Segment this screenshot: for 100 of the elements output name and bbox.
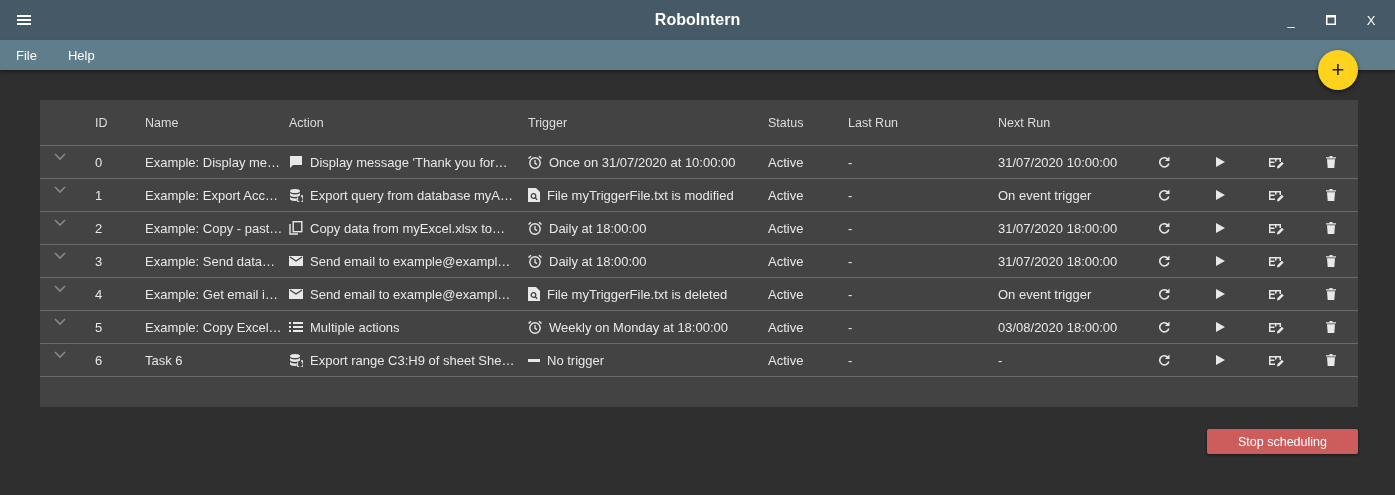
stop-scheduling-button[interactable]: Stop scheduling <box>1207 429 1358 454</box>
database-icon <box>289 188 303 202</box>
table-cell: On event trigger <box>998 187 1092 203</box>
table-cell: 5 <box>95 319 103 335</box>
copy-icon <box>289 221 303 235</box>
table-cell: Example: Copy - past… <box>145 220 283 236</box>
file-search-icon <box>528 287 540 301</box>
list-icon <box>289 321 303 333</box>
play-icon[interactable] <box>1215 289 1225 299</box>
play-icon[interactable] <box>1215 157 1225 167</box>
table-edit-icon[interactable] <box>1268 254 1284 268</box>
chevron-icon[interactable] <box>54 153 66 161</box>
table-edit-icon[interactable] <box>1268 221 1284 235</box>
table-cell: 03/08/2020 18:00:00 <box>998 319 1118 335</box>
refresh-icon[interactable] <box>1158 156 1170 168</box>
table-cell: 31/07/2020 18:00:00 <box>998 220 1118 236</box>
refresh-icon[interactable] <box>1158 255 1170 267</box>
table-cell: Display message 'Thank you for… <box>310 154 508 170</box>
table-cell: File myTriggerFile.txt is deleted <box>547 286 728 302</box>
delete-icon[interactable] <box>1326 156 1336 168</box>
table-cell: No trigger <box>547 352 605 368</box>
table-cell: Active <box>768 352 804 368</box>
chevron-icon[interactable] <box>54 285 66 293</box>
minimize-button[interactable]: _ <box>1271 5 1311 35</box>
table-cell: Active <box>768 286 804 302</box>
play-icon[interactable] <box>1215 190 1225 200</box>
table-cell: 2 <box>95 220 103 236</box>
alarm-clock-icon <box>528 221 542 235</box>
table-cell: Daily at 18:00:00 <box>549 220 647 236</box>
delete-icon[interactable] <box>1326 255 1336 267</box>
refresh-icon[interactable] <box>1158 222 1170 234</box>
table-edit-icon[interactable] <box>1268 287 1284 301</box>
column-header: ID <box>95 115 109 130</box>
column-header: Action <box>289 115 325 130</box>
envelope-icon <box>289 288 303 300</box>
delete-icon[interactable] <box>1326 288 1336 300</box>
table-cell: Example: Display me… <box>145 154 281 170</box>
close-button[interactable]: X <box>1351 5 1391 35</box>
envelope-icon <box>289 255 303 267</box>
table-cell: - <box>848 253 853 269</box>
file-search-icon <box>528 188 540 202</box>
table-cell: Once on 31/07/2020 at 10:00:00 <box>549 154 736 170</box>
refresh-icon[interactable] <box>1158 354 1170 366</box>
table-cell: Active <box>768 154 804 170</box>
table-cell: Active <box>768 220 804 236</box>
table-cell: Example: Copy Excel… <box>145 319 282 335</box>
table-cell: Active <box>768 187 804 203</box>
table-cell: Daily at 18:00:00 <box>549 253 647 269</box>
play-icon[interactable] <box>1215 355 1225 365</box>
table-cell: - <box>848 220 853 236</box>
refresh-icon[interactable] <box>1158 321 1170 333</box>
table-cell: Export query from database myA… <box>310 187 514 203</box>
play-icon[interactable] <box>1215 223 1225 233</box>
table-cell: 4 <box>95 286 103 302</box>
chevron-icon[interactable] <box>54 186 66 194</box>
play-icon[interactable] <box>1215 322 1225 332</box>
table-cell: Active <box>768 319 804 335</box>
chevron-icon[interactable] <box>54 252 66 260</box>
dash-icon <box>528 358 540 362</box>
play-icon[interactable] <box>1215 256 1225 266</box>
add-button[interactable]: + <box>1318 50 1358 90</box>
chevron-icon[interactable] <box>54 351 66 359</box>
column-header: Trigger <box>528 115 569 130</box>
column-header: Name <box>145 115 180 130</box>
delete-icon[interactable] <box>1326 354 1336 366</box>
delete-icon[interactable] <box>1326 222 1336 234</box>
delete-icon[interactable] <box>1326 321 1336 333</box>
table-edit-icon[interactable] <box>1268 353 1284 367</box>
column-header: Status <box>768 115 805 130</box>
refresh-icon[interactable] <box>1158 189 1170 201</box>
table-cell: Export range C3:H9 of sheet She… <box>310 352 515 368</box>
menu-item[interactable]: Help <box>67 47 95 63</box>
table-cell: 1 <box>95 187 103 203</box>
refresh-icon[interactable] <box>1158 288 1170 300</box>
chevron-icon[interactable] <box>54 219 66 227</box>
chevron-icon[interactable] <box>54 318 66 326</box>
table-cell: 31/07/2020 18:00:00 <box>998 253 1118 269</box>
table-edit-icon[interactable] <box>1268 320 1284 334</box>
table-cell: Weekly on Monday at 18:00:00 <box>549 319 728 335</box>
table-edit-icon[interactable] <box>1268 188 1284 202</box>
delete-icon[interactable] <box>1326 189 1336 201</box>
table-cell: - <box>848 352 853 368</box>
table-cell: Example: Export Acc… <box>145 187 278 203</box>
table-cell: File myTriggerFile.txt is modified <box>547 187 734 203</box>
table-cell: Example: Get email i… <box>145 286 278 302</box>
table-cell: 3 <box>95 253 103 269</box>
table-cell: Multiple actions <box>310 319 400 335</box>
table-cell: Example: Send data… <box>145 253 276 269</box>
speech-bubble-icon <box>289 155 303 169</box>
table-edit-icon[interactable] <box>1268 155 1284 169</box>
table-cell: - <box>848 286 853 302</box>
alarm-clock-icon <box>528 155 542 169</box>
table-cell: Send email to example@exampl… <box>310 253 511 269</box>
table-cell: - <box>998 352 1003 368</box>
table-cell: 6 <box>95 352 103 368</box>
menu-item[interactable]: File <box>16 47 37 63</box>
table-cell: - <box>848 187 853 203</box>
table-cell: Copy data from myExcel.xlsx to… <box>310 220 506 236</box>
table-cell: - <box>848 319 853 335</box>
alarm-clock-icon <box>528 254 542 268</box>
